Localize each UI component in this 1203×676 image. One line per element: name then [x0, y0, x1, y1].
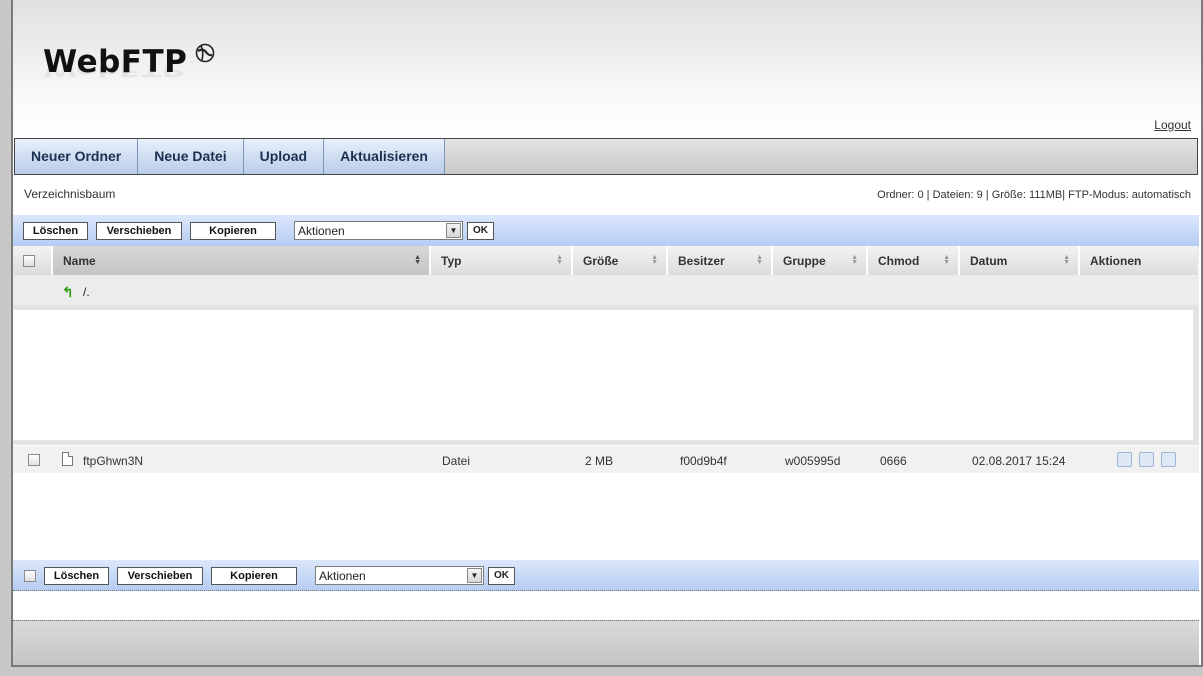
sort-icon: ▲ ▼ [943, 254, 950, 266]
globe-icon [195, 43, 215, 63]
actions-select-value: Aktionen [319, 568, 366, 583]
column-header-chmod-label: Chmod [878, 253, 920, 268]
header: WebFTP WebFTP Logout [13, 0, 1201, 138]
file-owner: f00d9b4f [680, 454, 727, 468]
column-header-date[interactable]: Datum ▲ ▼ [960, 246, 1080, 275]
sort-icon: ▲ ▼ [414, 254, 421, 266]
new-file-button[interactable]: Neue Datei [138, 139, 244, 174]
ok-button[interactable]: OK [467, 221, 494, 240]
directory-tree-label[interactable]: Verzeichnisbaum [24, 187, 115, 201]
file-name[interactable]: ftpGhwn3N [83, 454, 143, 468]
column-header-chmod[interactable]: Chmod ▲ ▼ [868, 246, 960, 275]
actions-select-bottom[interactable]: Aktionen ▼ [315, 566, 484, 585]
chevron-down-icon: ▼ [467, 568, 482, 583]
sort-icon: ▲ ▼ [651, 254, 658, 266]
select-all-checkbox[interactable] [23, 254, 35, 267]
app-window: WebFTP WebFTP Logout Neuer Ordner Neue D… [11, 0, 1203, 667]
row-checkbox[interactable] [28, 454, 40, 466]
column-header-group-label: Gruppe [783, 253, 826, 268]
column-header-size[interactable]: Größe ▲ ▼ [573, 246, 668, 275]
copy-button-bottom[interactable]: Kopieren [211, 566, 297, 585]
parent-directory-row[interactable]: ↰ /. [13, 275, 1199, 305]
column-header-type[interactable]: Typ ▲ ▼ [431, 246, 573, 275]
sort-icon: ▲ ▼ [851, 254, 858, 266]
empty-list-area [13, 305, 1199, 445]
file-icon [62, 452, 73, 466]
ok-button-bottom[interactable]: OK [488, 566, 515, 585]
column-header-type-label: Typ [441, 253, 462, 268]
column-header-size-label: Größe [583, 253, 619, 268]
empty-list-panel [13, 310, 1193, 440]
divider [13, 590, 1199, 591]
header-select-all [13, 246, 53, 275]
refresh-button[interactable]: Aktualisieren [324, 139, 445, 174]
view-icon[interactable] [1139, 452, 1154, 467]
edit-icon[interactable] [1117, 452, 1132, 467]
new-folder-button[interactable]: Neuer Ordner [15, 139, 139, 174]
file-type: Datei [442, 454, 471, 468]
column-header-group[interactable]: Gruppe ▲ ▼ [773, 246, 868, 275]
file-date: 02.08.2017 15:24 [972, 454, 1066, 468]
column-header-name-label: Name [63, 253, 96, 268]
column-header-actions-label: Aktionen [1090, 253, 1142, 268]
sort-icon: ▲ ▼ [1063, 254, 1070, 266]
column-header-date-label: Datum [970, 253, 1008, 268]
move-button-bottom[interactable]: Verschieben [117, 566, 203, 585]
up-arrow-icon[interactable]: ↰ [62, 284, 74, 301]
chevron-down-icon: ▼ [446, 223, 461, 238]
status-summary: Ordner: 0 | Dateien: 9 | Größe: 111MB| F… [877, 189, 1191, 201]
file-group: w005995d [785, 454, 841, 468]
column-header-owner[interactable]: Besitzer ▲ ▼ [668, 246, 773, 275]
app-logo-reflection: WebFTP [43, 62, 185, 80]
actions-select[interactable]: Aktionen ▼ [294, 221, 463, 240]
logout-link[interactable]: Logout [1154, 118, 1191, 132]
delete-button-bottom[interactable]: Löschen [44, 566, 109, 585]
actions-select-value: Aktionen [298, 223, 345, 238]
file-chmod: 0666 [880, 454, 907, 468]
footer [13, 620, 1199, 665]
column-header-name[interactable]: Name ▲ ▼ [53, 246, 431, 275]
sort-icon: ▲ ▼ [756, 254, 763, 266]
delete-button[interactable]: Löschen [23, 221, 88, 240]
action-bar-top: Löschen Verschieben Kopieren Aktionen ▼ … [13, 215, 1199, 246]
file-size: 2 MB [585, 454, 614, 468]
table-header: Name ▲ ▼ Typ ▲ ▼ Größe ▲ ▼ Besitzer ▲ ▼ Grup… [13, 246, 1199, 275]
column-header-owner-label: Besitzer [678, 253, 725, 268]
upload-button[interactable]: Upload [243, 139, 325, 174]
action-bar-bottom: Löschen Verschieben Kopieren Aktionen ▼ … [13, 560, 1199, 591]
column-header-actions: Aktionen [1080, 246, 1197, 275]
table-row[interactable]: ftpGhwn3N Datei 2 MB f00d9b4f w005995d 0… [13, 446, 1199, 473]
toolbar: Neuer Ordner Neue Datei Upload Aktualisi… [14, 138, 1198, 175]
copy-button[interactable]: Kopieren [190, 221, 276, 240]
move-button[interactable]: Verschieben [96, 221, 182, 240]
select-all-checkbox-bottom[interactable] [24, 569, 36, 582]
rename-icon[interactable] [1161, 452, 1176, 467]
parent-directory-label[interactable]: /. [83, 285, 90, 299]
sort-icon: ▲ ▼ [556, 254, 563, 266]
